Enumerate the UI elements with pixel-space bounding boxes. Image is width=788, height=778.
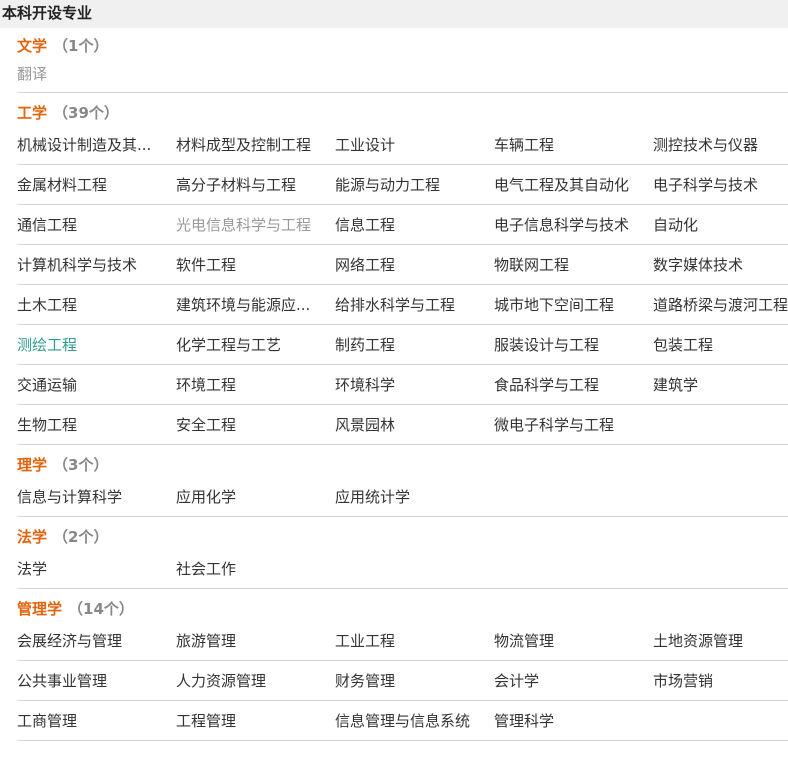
major-row: 通信工程 光电信息科学与工程 信息工程 电子信息科学与技术 自动化 <box>17 205 788 245</box>
major-link[interactable]: 材料成型及控制工程 <box>176 125 335 164</box>
major-row: 法学 社会工作 <box>17 549 788 589</box>
majors-page: 本科开设专业 文学 （1个） 翻译工学 （39个） 机械设计制造及其... 材料成型及控制… <box>0 0 788 778</box>
major-row: 交通运输 环境工程 环境科学 食品科学与工程 建筑学 <box>17 365 788 405</box>
major-link[interactable]: 机械设计制造及其... <box>17 125 176 164</box>
category-list: 文学 （1个） 翻译工学 （39个） 机械设计制造及其... 材料成型及控制工程 工业设计车… <box>0 34 788 741</box>
category-name: 理学 <box>17 456 48 474</box>
major-link[interactable]: 应用统计学 <box>335 477 494 516</box>
major-link[interactable]: 风景园林 <box>335 405 494 444</box>
major-link[interactable]: 环境科学 <box>335 365 494 404</box>
major-row: 翻译 <box>17 58 788 93</box>
category-count: （39个） <box>53 104 119 122</box>
category-heading: 理学 （3个） <box>17 453 788 477</box>
major-link[interactable]: 高分子材料与工程 <box>176 165 335 204</box>
major-row: 土木工程 建筑环境与能源应... 给排水科学与工程 城市地下空间工程 道路桥梁与渡河工程 <box>17 285 788 325</box>
major-link[interactable]: 数字媒体技术 <box>653 245 788 284</box>
major-row: 机械设计制造及其... 材料成型及控制工程 工业设计 车辆工程 测控技术与仪器 <box>17 125 788 165</box>
major-link[interactable]: 网络工程 <box>335 245 494 284</box>
major-link[interactable]: 环境工程 <box>176 365 335 404</box>
major-link[interactable]: 建筑学 <box>653 365 788 404</box>
major-link[interactable]: 给排水科学与工程 <box>335 285 494 324</box>
major-link[interactable]: 工业设计 <box>335 125 494 164</box>
major-link[interactable]: 电子科学与技术 <box>653 165 788 204</box>
major-link[interactable]: 服装设计与工程 <box>494 325 653 364</box>
category-heading: 管理学 （14个） <box>17 597 788 621</box>
major-row: 公共事业管理 人力资源管理 财务管理 会计学 市场营销 <box>17 661 788 701</box>
major-link[interactable]: 会展经济与管理 <box>17 621 176 660</box>
major-link[interactable]: 自动化 <box>653 205 788 244</box>
category-count: （2个） <box>53 528 109 546</box>
category-name: 法学 <box>17 528 48 546</box>
major-row: 信息与计算科学 应用化学 应用统计学 <box>17 477 788 517</box>
major-link[interactable]: 制药工程 <box>335 325 494 364</box>
major-link[interactable]: 公共事业管理 <box>17 661 176 700</box>
major-link[interactable]: 信息工程 <box>335 205 494 244</box>
category-section: 管理学 （14个） 会展经济与管理 旅游管理 工业工程 物流管理 土地资源管理 公共事业管理人… <box>17 597 788 741</box>
major-row: 会展经济与管理 旅游管理 工业工程 物流管理 土地资源管理 <box>17 621 788 661</box>
category-section: 文学 （1个） 翻译 <box>17 34 788 93</box>
major-link[interactable]: 管理科学 <box>494 701 653 740</box>
major-link[interactable]: 通信工程 <box>17 205 176 244</box>
page-title: 本科开设专业 <box>0 0 788 28</box>
category-count: （3个） <box>53 456 109 474</box>
category-heading: 工学 （39个） <box>17 101 788 125</box>
major-row: 计算机科学与技术 软件工程 网络工程 物联网工程 数字媒体技术 <box>17 245 788 285</box>
category-name: 文学 <box>17 37 48 55</box>
major-link[interactable]: 计算机科学与技术 <box>17 245 176 284</box>
major-row: 生物工程 安全工程 风景园林 微电子科学与工程 <box>17 405 788 445</box>
major-link[interactable]: 会计学 <box>494 661 653 700</box>
major-link[interactable]: 食品科学与工程 <box>494 365 653 404</box>
major-link[interactable]: 测绘工程 <box>17 325 176 364</box>
major-link[interactable]: 电气工程及其自动化 <box>494 165 653 204</box>
category-name: 管理学 <box>17 600 63 618</box>
major-link[interactable]: 翻译 <box>17 58 176 92</box>
major-link[interactable]: 市场营销 <box>653 661 788 700</box>
major-link[interactable]: 工程管理 <box>176 701 335 740</box>
category-heading: 法学 （2个） <box>17 525 788 549</box>
major-link[interactable]: 社会工作 <box>176 549 335 588</box>
major-link[interactable]: 交通运输 <box>17 365 176 404</box>
major-link[interactable]: 道路桥梁与渡河工程 <box>653 285 788 324</box>
major-link[interactable]: 人力资源管理 <box>176 661 335 700</box>
category-name: 工学 <box>17 104 48 122</box>
major-link[interactable]: 安全工程 <box>176 405 335 444</box>
major-link[interactable]: 软件工程 <box>176 245 335 284</box>
category-section: 理学 （3个） 信息与计算科学 应用化学 应用统计学 <box>17 453 788 517</box>
major-link[interactable]: 包装工程 <box>653 325 788 364</box>
major-link[interactable]: 建筑环境与能源应... <box>176 285 335 324</box>
major-link[interactable]: 城市地下空间工程 <box>494 285 653 324</box>
major-link[interactable]: 信息管理与信息系统 <box>335 701 494 740</box>
major-link[interactable]: 微电子科学与工程 <box>494 405 653 444</box>
category-section: 法学 （2个） 法学 社会工作 <box>17 525 788 589</box>
major-link[interactable]: 信息与计算科学 <box>17 477 176 516</box>
major-link[interactable]: 测控技术与仪器 <box>653 125 788 164</box>
major-link[interactable]: 物联网工程 <box>494 245 653 284</box>
major-link[interactable]: 能源与动力工程 <box>335 165 494 204</box>
major-link[interactable]: 旅游管理 <box>176 621 335 660</box>
major-link[interactable]: 工业工程 <box>335 621 494 660</box>
major-link[interactable]: 生物工程 <box>17 405 176 444</box>
major-link[interactable]: 物流管理 <box>494 621 653 660</box>
major-row: 金属材料工程 高分子材料与工程 能源与动力工程 电气工程及其自动化 电子科学与技术 <box>17 165 788 205</box>
major-link[interactable]: 光电信息科学与工程 <box>176 205 335 244</box>
category-heading: 文学 （1个） <box>17 34 788 58</box>
category-section: 工学 （39个） 机械设计制造及其... 材料成型及控制工程 工业设计 车辆工程 测控技术与… <box>17 101 788 445</box>
major-link[interactable]: 金属材料工程 <box>17 165 176 204</box>
major-link[interactable]: 工商管理 <box>17 701 176 740</box>
category-count: （14个） <box>68 600 134 618</box>
major-row: 测绘工程 化学工程与工艺 制药工程 服装设计与工程 包装工程 <box>17 325 788 365</box>
major-link[interactable]: 应用化学 <box>176 477 335 516</box>
category-count: （1个） <box>53 37 109 55</box>
major-link[interactable]: 财务管理 <box>335 661 494 700</box>
major-link[interactable]: 车辆工程 <box>494 125 653 164</box>
major-row: 工商管理 工程管理 信息管理与信息系统 管理科学 <box>17 701 788 741</box>
major-link[interactable]: 土地资源管理 <box>653 621 788 660</box>
major-link[interactable]: 电子信息科学与技术 <box>494 205 653 244</box>
major-link[interactable]: 化学工程与工艺 <box>176 325 335 364</box>
major-link[interactable]: 法学 <box>17 549 176 588</box>
major-link[interactable]: 土木工程 <box>17 285 176 324</box>
